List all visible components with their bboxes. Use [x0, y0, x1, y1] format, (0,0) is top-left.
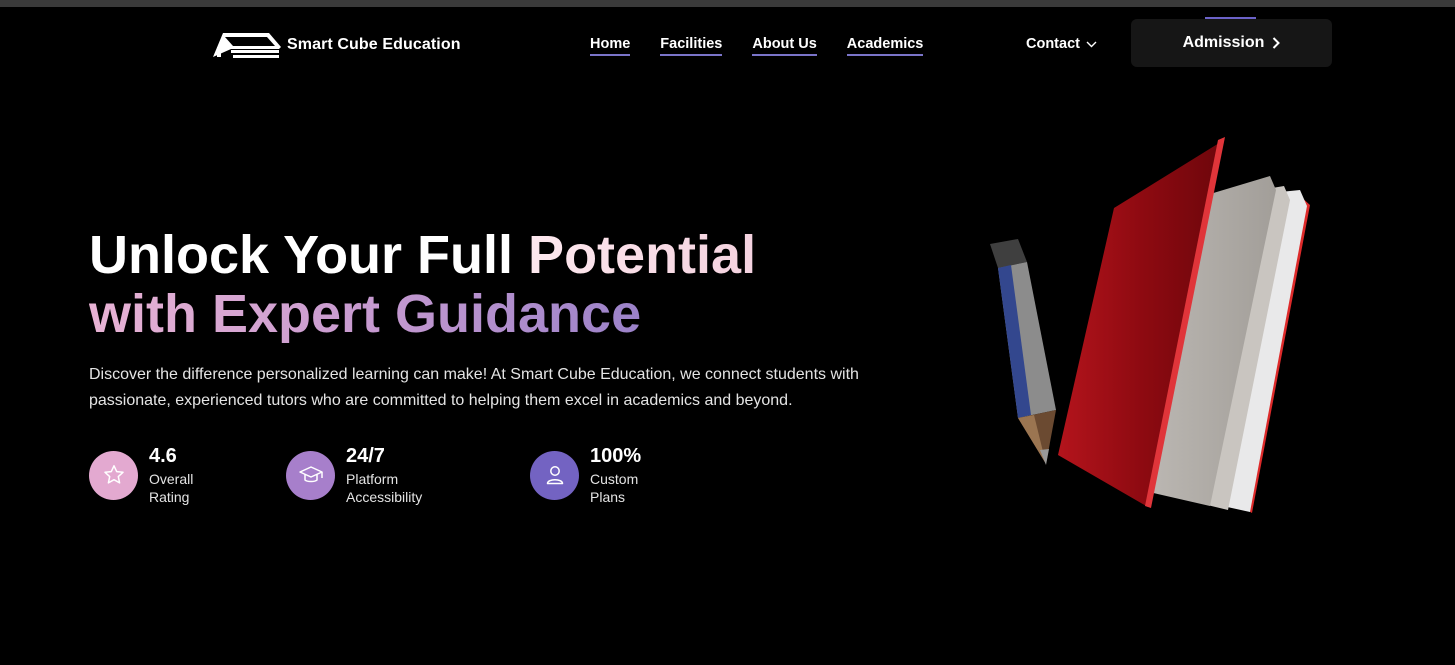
stat-accessibility: 24/7 Platform Accessibility — [286, 444, 422, 506]
nav-home[interactable]: Home — [590, 36, 631, 56]
contact-dropdown[interactable]: Contact — [1026, 36, 1097, 52]
user-icon — [530, 450, 579, 500]
hero-title: Unlock Your Full Potential with Expert Gu… — [89, 226, 756, 344]
nav-academics[interactable]: Academics — [846, 36, 924, 56]
admission-button[interactable]: Admission — [1131, 19, 1332, 67]
brand-name: Smart Cube Education — [287, 36, 461, 53]
book-icon — [1058, 137, 1310, 513]
contact-label: Contact — [1026, 36, 1080, 52]
stat-accessibility-value: 24/7 — [346, 445, 385, 467]
hero-title-plain: Unlock Your Full — [89, 225, 529, 285]
book-pencil-illustration — [990, 137, 1310, 513]
star-icon — [89, 450, 138, 500]
hero-description: Discover the difference personalized lea… — [89, 366, 859, 409]
hero-title-highlight-1: Potential — [528, 225, 757, 285]
stat-custom-plans-value: 100% — [590, 445, 642, 467]
stat-rating-value: 4.6 — [149, 445, 177, 467]
stat-rating-label: Overall Rating — [149, 471, 194, 505]
house-books-logo-icon — [213, 33, 281, 58]
brand-logo[interactable]: Smart Cube Education — [211, 29, 461, 61]
stat-custom-plans: 100% Custom Plans — [530, 444, 641, 506]
hero-title-highlight-2: with Expert Guidance — [89, 284, 642, 344]
nav-facilities[interactable]: Facilities — [660, 36, 723, 56]
chevron-right-icon — [1273, 37, 1281, 49]
stat-custom-plans-label: Custom Plans — [590, 471, 639, 505]
graduation-cap-icon — [286, 450, 335, 500]
chevron-down-icon — [1086, 41, 1097, 47]
browser-top-strip — [0, 0, 1455, 7]
stat-rating: 4.6 Overall Rating — [89, 444, 193, 506]
main-nav: Home Facilities About Us Academics — [590, 36, 953, 56]
stat-accessibility-label: Platform Accessibility — [346, 471, 423, 505]
admission-label: Admission — [1182, 34, 1265, 51]
pencil-icon — [990, 239, 1056, 465]
nav-about-us[interactable]: About Us — [752, 36, 817, 56]
